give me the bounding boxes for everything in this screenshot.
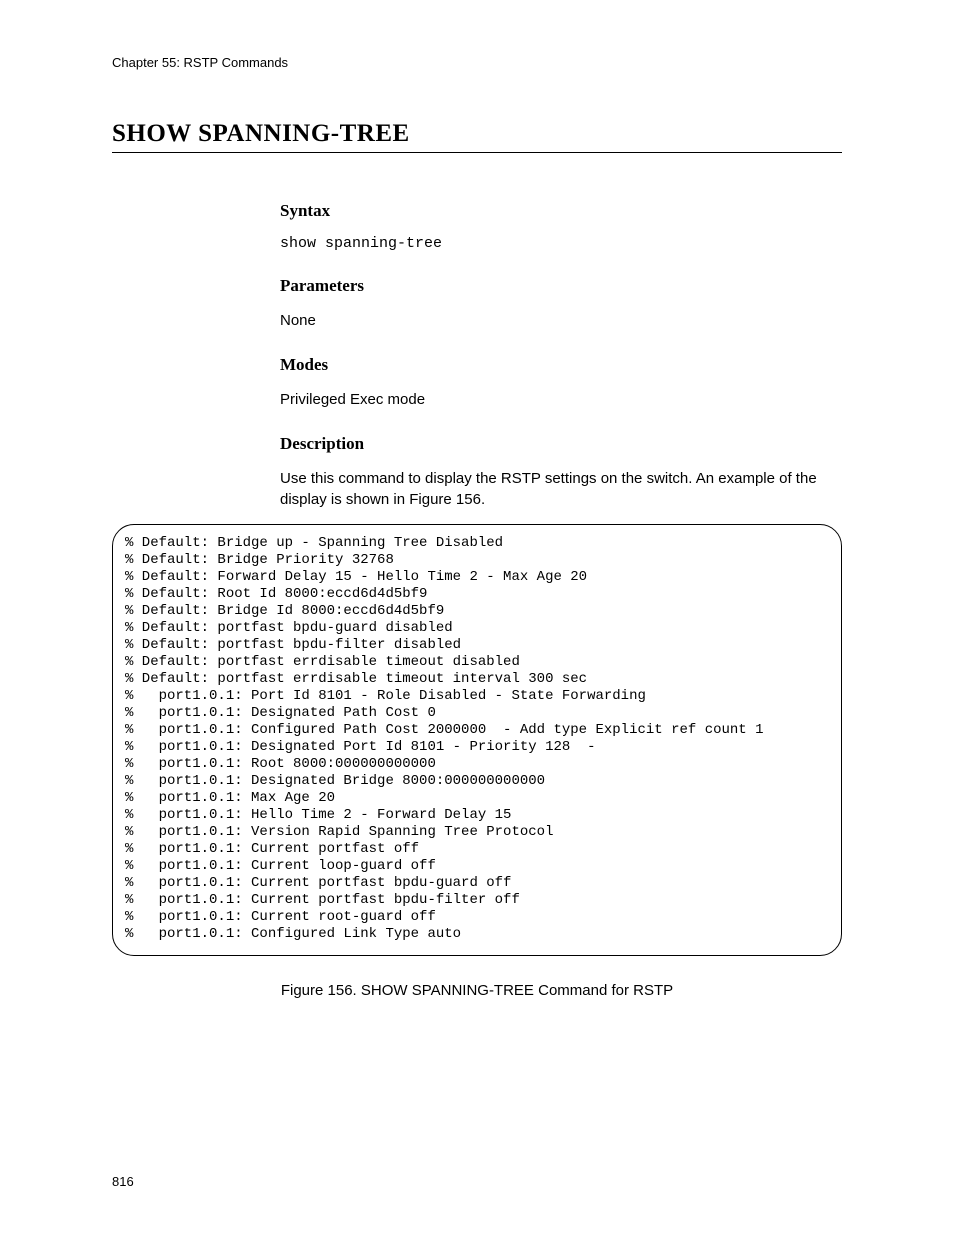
syntax-heading: Syntax bbox=[280, 201, 842, 221]
chapter-header: Chapter 55: RSTP Commands bbox=[112, 55, 842, 70]
content-column: Syntax show spanning-tree Parameters Non… bbox=[280, 201, 842, 510]
figure-caption: Figure 156. SHOW SPANNING-TREE Command f… bbox=[112, 982, 842, 999]
description-body: Use this command to display the RSTP set… bbox=[280, 468, 842, 510]
modes-heading: Modes bbox=[280, 355, 842, 375]
parameters-heading: Parameters bbox=[280, 276, 842, 296]
terminal-output-box: % Default: Bridge up - Spanning Tree Dis… bbox=[112, 524, 842, 956]
description-heading: Description bbox=[280, 434, 842, 454]
parameters-body: None bbox=[280, 310, 842, 331]
syntax-body: show spanning-tree bbox=[280, 235, 842, 252]
page-title: SHOW SPANNING-TREE bbox=[112, 120, 842, 153]
document-page: Chapter 55: RSTP Commands SHOW SPANNING-… bbox=[0, 0, 954, 1235]
modes-body: Privileged Exec mode bbox=[280, 389, 842, 410]
page-number: 816 bbox=[112, 1174, 134, 1189]
